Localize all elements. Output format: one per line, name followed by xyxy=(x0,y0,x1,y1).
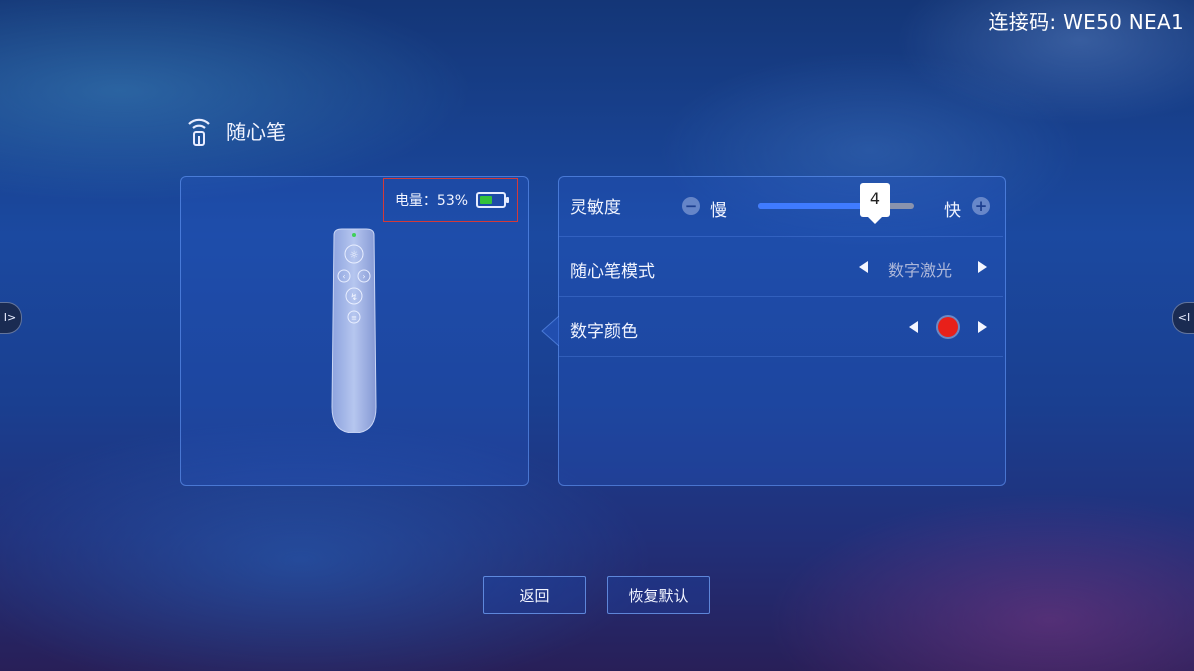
remote-pen-image: ☼ ‹ › ↯ ≡ xyxy=(331,228,377,433)
connection-code: 连接码: WE50 NEA1 xyxy=(988,10,1184,34)
pen-mode-label: 随心笔模式 xyxy=(570,262,655,282)
digital-color-label: 数字颜色 xyxy=(570,322,638,342)
selected-color-swatch xyxy=(938,317,958,337)
svg-text:≡: ≡ xyxy=(351,314,357,322)
digital-color-row: 数字颜色 xyxy=(559,297,1003,357)
sensitivity-value[interactable]: 4 xyxy=(860,183,890,224)
page-title: 随心笔 xyxy=(226,119,286,144)
color-prev-arrow-icon[interactable] xyxy=(909,321,918,333)
expand-left-icon[interactable]: I> xyxy=(0,302,22,334)
decrease-sensitivity-button[interactable]: − xyxy=(682,197,700,215)
panel-pointer xyxy=(541,316,559,346)
pen-mode-next-arrow-icon[interactable] xyxy=(978,261,987,273)
expand-right-icon[interactable]: <I xyxy=(1172,302,1194,334)
svg-text:›: › xyxy=(362,272,365,281)
svg-text:☼: ☼ xyxy=(350,250,359,261)
svg-text:↯: ↯ xyxy=(350,293,358,303)
battery-label: 电量：53% xyxy=(394,193,469,209)
battery-icon xyxy=(476,192,510,208)
back-button[interactable]: 返回 xyxy=(483,576,586,614)
sensitivity-slider[interactable] xyxy=(758,203,914,209)
color-next-arrow-icon[interactable] xyxy=(978,321,987,333)
fast-label: 快 xyxy=(944,201,961,221)
slow-label: 慢 xyxy=(710,201,727,221)
battery-fill xyxy=(480,196,493,204)
page-header: 随心笔 xyxy=(186,114,286,146)
wireless-pen-icon xyxy=(188,118,210,146)
increase-sensitivity-button[interactable]: + xyxy=(972,197,990,215)
battery-status: 电量：53% xyxy=(383,178,518,222)
pen-mode-prev-arrow-icon[interactable] xyxy=(859,261,868,273)
restore-default-button[interactable]: 恢复默认 xyxy=(607,576,710,614)
sensitivity-slider-fill xyxy=(758,203,863,209)
svg-text:‹: ‹ xyxy=(342,272,345,281)
sensitivity-label: 灵敏度 xyxy=(570,198,621,218)
pen-mode-value: 数字激光 xyxy=(888,261,953,280)
